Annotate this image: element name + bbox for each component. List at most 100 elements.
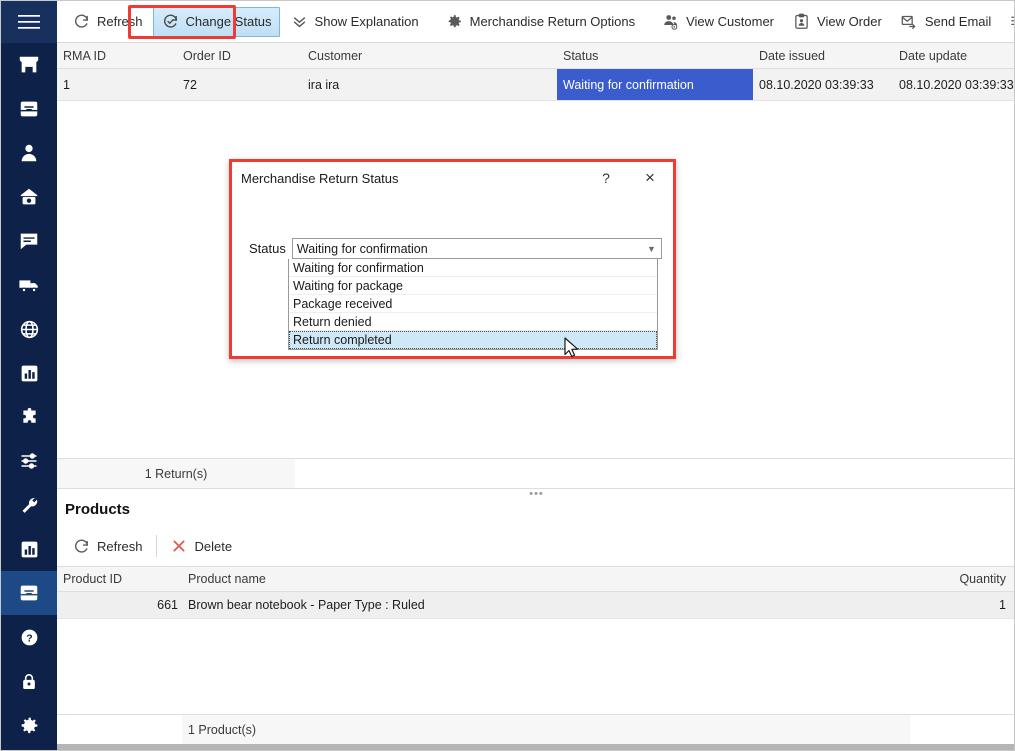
dropdown-option[interactable]: Package received — [289, 295, 657, 313]
refresh-icon — [72, 537, 91, 556]
column-header-order-id[interactable]: Order ID — [177, 49, 302, 63]
chevron-down-icon: ▼ — [646, 243, 656, 254]
dropdown-option[interactable]: Waiting for confirmation — [289, 259, 657, 277]
gear-icon — [445, 12, 464, 31]
dialog-titlebar[interactable]: Merchandise Return Status ? × — [232, 162, 673, 194]
cell-quantity: 1 — [999, 598, 1006, 612]
splitter-grip-icon: ••• — [529, 488, 544, 500]
left-sidebar: ? — [1, 1, 57, 750]
view-customer-button[interactable]: View Customer — [653, 7, 782, 37]
send-email-button[interactable]: Send Email — [892, 7, 999, 37]
dropdown-option[interactable]: Return denied — [289, 313, 657, 331]
show-explanation-button[interactable]: Show Explanation — [282, 7, 427, 37]
products-count-label: 1 Product(s) — [182, 715, 910, 744]
person-icon — [18, 142, 40, 164]
show-explanation-label: Show Explanation — [314, 14, 419, 29]
products-grid-empty-area — [57, 619, 1014, 714]
cell-order-id: 72 — [183, 77, 197, 92]
people-eye-icon — [661, 12, 680, 31]
products-footer-blank — [57, 715, 182, 744]
inbox-icon — [18, 98, 40, 120]
returns-toolbar: Refresh Change Status Show Explanation M… — [57, 1, 1014, 43]
cell-product-name: Brown bear notebook - Paper Type : Ruled — [188, 598, 425, 612]
panel-splitter[interactable]: ••• — [57, 488, 1014, 500]
column-header-product-name[interactable]: Product name — [182, 572, 910, 586]
refresh-check-icon — [161, 12, 180, 31]
column-header-rma-id[interactable]: RMA ID — [57, 49, 177, 63]
column-header-customer[interactable]: Customer — [302, 49, 557, 63]
products-refresh-button[interactable]: Refresh — [64, 531, 151, 561]
status-field-group: Status Waiting for confirmation ▼ — [249, 238, 669, 259]
envelope-arrow-icon — [900, 12, 919, 31]
column-header-date-update[interactable]: Date update — [893, 49, 1014, 63]
products-grid-header: Product ID Product name Quantity — [57, 566, 1014, 592]
sliders-icon — [18, 451, 40, 471]
close-x-icon — [170, 537, 189, 556]
sidebar-item-security[interactable] — [1, 659, 57, 703]
dropdown-option[interactable]: Waiting for package — [289, 277, 657, 295]
sidebar-item-messages[interactable] — [1, 219, 57, 263]
question-icon: ? — [19, 627, 40, 648]
sidebar-item-settings[interactable] — [1, 703, 57, 747]
refresh-label: Refresh — [97, 14, 143, 29]
sidebar-item-localization[interactable] — [1, 307, 57, 351]
status-dropdown-list[interactable]: Waiting for confirmation Waiting for pac… — [288, 259, 658, 350]
change-status-label: Change Status — [185, 14, 272, 29]
refresh-icon — [72, 12, 91, 31]
sidebar-item-advanced[interactable] — [1, 483, 57, 527]
sidebar-item-preferences[interactable] — [1, 439, 57, 483]
change-status-button[interactable]: Change Status — [152, 6, 280, 37]
dialog-title: Merchandise Return Status — [241, 170, 399, 186]
clipboard-person-icon — [792, 12, 811, 31]
sidebar-item-menu-toggle[interactable] — [1, 1, 57, 43]
sidebar-item-orders[interactable] — [1, 87, 57, 131]
window-bottom-strip — [57, 744, 1014, 750]
refresh-button[interactable]: Refresh — [64, 7, 151, 37]
filter-row-button[interactable]: Filter Row — [1001, 7, 1014, 37]
application-window: ? Refresh Change Status Show Explanation… — [0, 0, 1015, 751]
products-toolbar-separator — [155, 535, 157, 557]
hamburger-icon — [18, 14, 40, 30]
view-order-button[interactable]: View Order — [784, 7, 890, 37]
sidebar-item-help[interactable]: ? — [1, 615, 57, 659]
status-combobox-value: Waiting for confirmation — [296, 241, 428, 256]
send-email-label: Send Email — [924, 14, 992, 29]
globe-icon — [19, 319, 40, 340]
column-header-status[interactable]: Status — [557, 49, 753, 63]
view-order-label: View Order — [817, 14, 882, 29]
chat-icon — [18, 230, 40, 252]
cell-customer: ira ira — [308, 77, 340, 92]
sidebar-item-stats[interactable] — [1, 527, 57, 571]
view-customer-label: View Customer — [686, 14, 775, 29]
status-field-label: Status — [249, 241, 286, 256]
cell-product-id: 661 — [157, 598, 178, 612]
products-toolbar: Refresh Delete — [57, 531, 1014, 561]
products-panel-title: Products — [65, 501, 131, 518]
cell-date-issued: 08.10.2020 03:39:33 — [759, 77, 874, 92]
table-row[interactable]: 661 Brown bear notebook - Paper Type : R… — [57, 592, 1014, 619]
sidebar-item-store[interactable] — [1, 43, 57, 87]
gift-icon — [18, 186, 40, 208]
close-button[interactable]: × — [637, 166, 663, 190]
sidebar-item-reports[interactable] — [1, 351, 57, 395]
sidebar-item-shipping[interactable] — [1, 263, 57, 307]
column-header-product-id[interactable]: Product ID — [57, 572, 182, 586]
dropdown-option-highlighted[interactable]: Return completed — [289, 331, 657, 349]
table-row[interactable]: 1 72 ira ira Waiting for confirmation 08… — [57, 69, 1014, 101]
help-button[interactable]: ? — [593, 166, 619, 190]
column-header-quantity[interactable]: Quantity — [910, 572, 1014, 586]
merchandise-return-options-label: Merchandise Return Options — [469, 14, 636, 29]
sidebar-item-merchandise-returns[interactable] — [1, 571, 57, 615]
sidebar-item-modules[interactable] — [1, 395, 57, 439]
status-combobox[interactable]: Waiting for confirmation ▼ — [291, 238, 662, 259]
products-delete-button[interactable]: Delete — [162, 531, 241, 561]
bar-chart-icon — [19, 363, 40, 384]
column-header-date-issued[interactable]: Date issued — [753, 49, 893, 63]
merchandise-return-options-button[interactable]: Merchandise Return Options — [437, 7, 643, 37]
sidebar-item-gifts[interactable] — [1, 175, 57, 219]
cell-date-update: 08.10.2020 03:39:33 — [899, 77, 1014, 92]
sidebar-item-customers[interactable] — [1, 131, 57, 175]
cell-rma-id: 1 — [63, 77, 70, 92]
puzzle-icon — [19, 407, 40, 428]
